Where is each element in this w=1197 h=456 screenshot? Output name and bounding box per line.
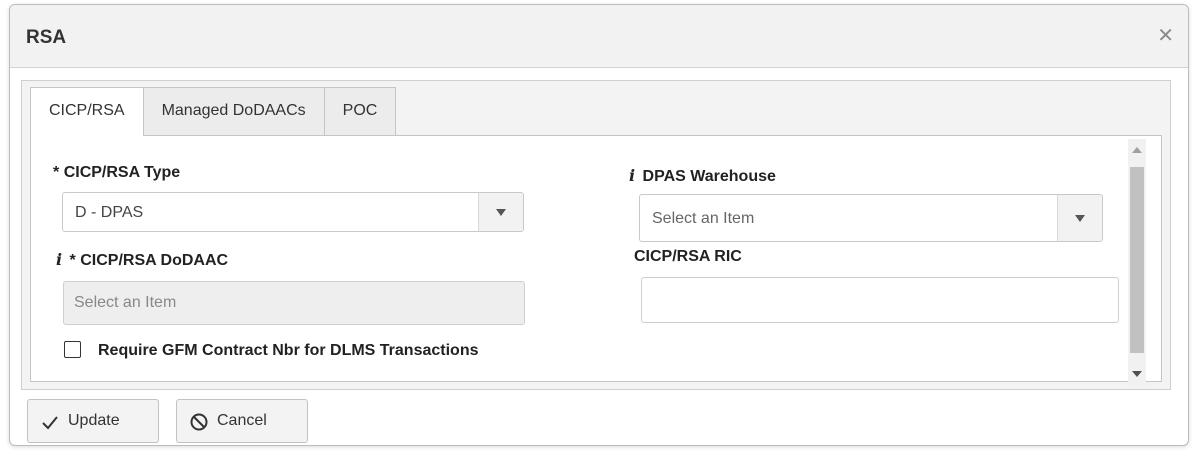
rsa-dodaac-label: i * CICP/RSA DoDAAC [56,250,228,270]
rsa-ric-label: CICP/RSA RIC [634,248,742,265]
info-icon[interactable]: i [56,250,62,269]
rsa-dodaac-placeholder: Select an Item [74,294,177,311]
close-icon[interactable]: ✕ [1157,25,1174,45]
cancel-circle-icon [190,413,208,431]
dpas-warehouse-label: i DPAS Warehouse [629,166,776,186]
dropdown-arrow[interactable] [478,193,523,231]
dialog-titlebar: RSA ✕ [10,5,1188,68]
scrollbar-thumb[interactable] [1130,167,1144,353]
rsa-type-label-text: CICP/RSA Type [63,164,181,181]
tab-cicp-rsa[interactable]: CICP/RSA [30,87,144,136]
rsa-type-value: D - DPAS [75,204,144,221]
chevron-down-icon [496,209,506,216]
update-button-label: Update [68,412,120,429]
tab-poc[interactable]: POC [323,87,397,135]
scroll-up-arrow-icon[interactable] [1132,147,1142,153]
info-icon[interactable]: i [629,166,635,185]
tab-strip: CICP/RSA Managed DoDAACs POC [30,87,397,136]
dialog-content: CICP/RSA Managed DoDAACs POC * CICP/RSA … [21,80,1171,390]
required-marker: * [69,252,76,269]
vertical-scrollbar[interactable] [1128,139,1146,385]
scroll-down-arrow-icon[interactable] [1132,371,1142,377]
dropdown-arrow[interactable] [1057,195,1102,241]
cancel-button-label: Cancel [217,412,267,429]
check-icon [42,416,58,430]
dialog-title: RSA [26,27,67,48]
dpas-warehouse-select[interactable]: Select an Item [639,194,1103,242]
rsa-type-label: * CICP/RSA Type [53,164,180,182]
rsa-dodaac-label-text: CICP/RSA DoDAAC [80,252,229,269]
required-marker: * [53,164,60,181]
rsa-ric-field[interactable] [641,277,1119,323]
rsa-dodaac-field: Select an Item [63,281,525,325]
update-button[interactable]: Update [27,399,159,443]
gfm-checkbox[interactable] [64,341,81,358]
tab-managed-dodaacs[interactable]: Managed DoDAACs [142,87,325,135]
rsa-type-select[interactable]: D - DPAS [62,192,524,232]
dpas-warehouse-placeholder: Select an Item [652,210,755,227]
gfm-checkbox-label[interactable]: Require GFM Contract Nbr for DLMS Transa… [98,342,478,360]
cancel-button[interactable]: Cancel [176,399,308,443]
tab-panel-cicp-rsa: * CICP/RSA Type D - DPAS i * CICP/RSA Do… [30,135,1162,382]
chevron-down-icon [1075,215,1085,222]
dpas-warehouse-label-text: DPAS Warehouse [642,168,776,185]
